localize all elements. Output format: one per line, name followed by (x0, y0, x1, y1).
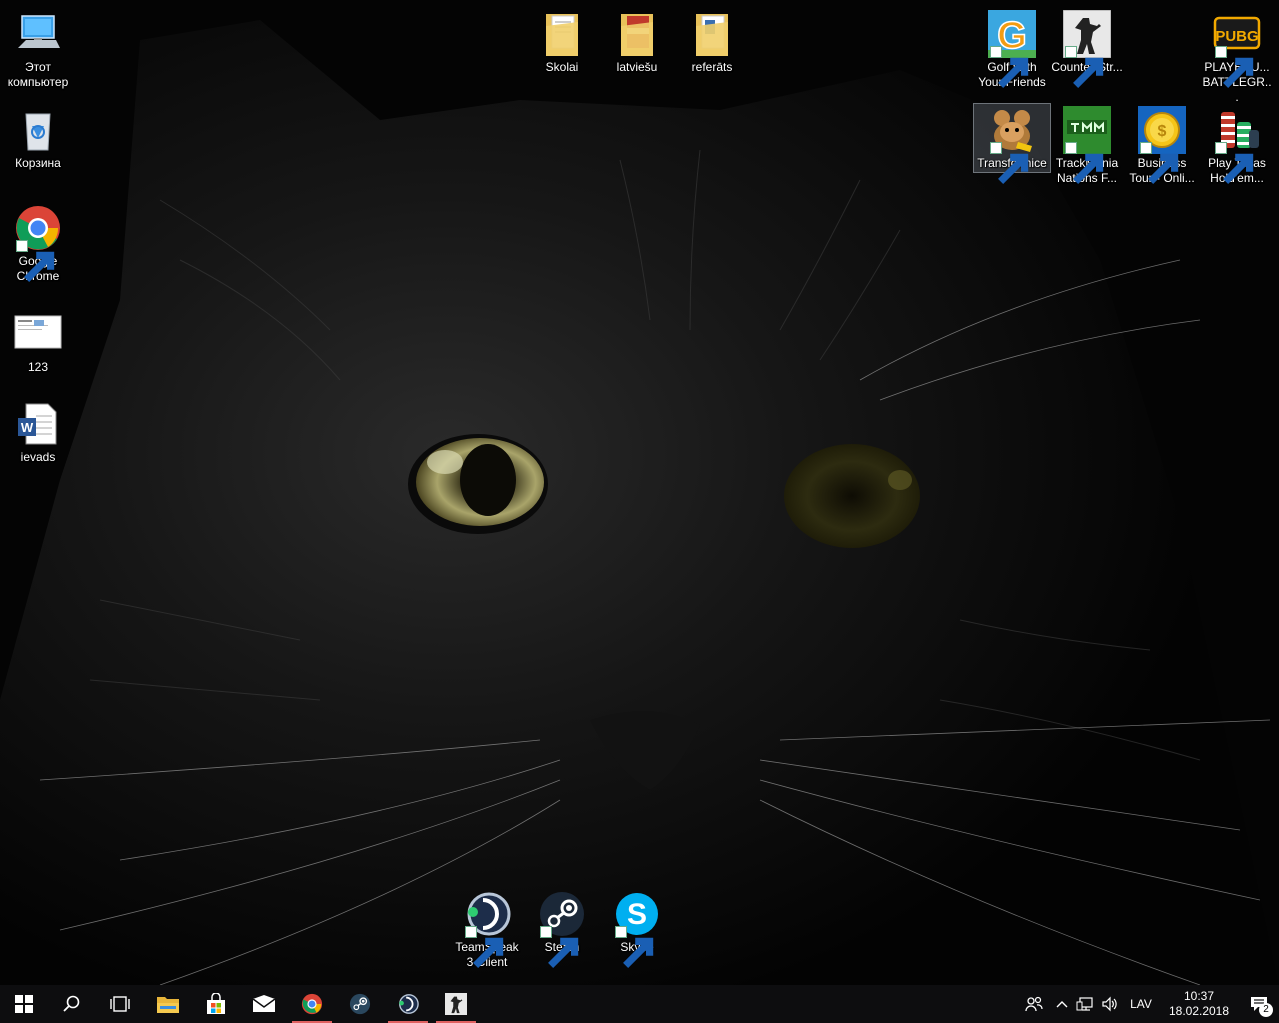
desktop-icon-steam[interactable]: Steam (524, 888, 600, 968)
shortcut-arrow-icon (1065, 46, 1104, 88)
counter-strike-icon (445, 993, 467, 1015)
image-file-icon (14, 310, 62, 358)
skype-icon: S (613, 890, 661, 968)
action-center-button[interactable]: 2 (1239, 985, 1279, 1023)
shortcut-arrow-icon (615, 926, 654, 968)
speaker-icon (1102, 996, 1117, 1012)
search-button[interactable] (48, 985, 96, 1023)
mail-envelope-icon (252, 995, 276, 1012)
desktop-icon-trackmania[interactable]: TrackMania Nations F... (1049, 104, 1125, 186)
desktop-icon-play-texas-holdem[interactable]: Play Texas Hold'em... (1199, 104, 1275, 186)
shortcut-arrow-icon (990, 46, 1029, 88)
shortcut-arrow-icon (1215, 46, 1254, 88)
taskbar-file-explorer[interactable] (144, 985, 192, 1023)
svg-text:PUBG: PUBG (1215, 28, 1258, 45)
windows-logo-icon (15, 995, 33, 1013)
input-language[interactable]: LAV (1123, 985, 1159, 1023)
desktop-icon-this-pc[interactable]: Этот компьютер (0, 8, 76, 90)
golf-with-your-friends-icon: G (988, 10, 1036, 88)
shortcut-arrow-icon (1065, 142, 1104, 184)
desktop-icon-123[interactable]: 123 (0, 308, 76, 375)
desktop-icon-folder-latviesu[interactable]: latviešu (599, 8, 675, 75)
shortcut-arrow-icon (16, 240, 55, 282)
steam-icon (538, 890, 586, 968)
chrome-icon (301, 993, 323, 1015)
desktop-icon-teamspeak[interactable]: TeamSpeak 3 Client (449, 888, 525, 970)
desktop-icon-skype[interactable]: S Skype (599, 888, 675, 968)
taskbar-steam[interactable] (336, 985, 384, 1023)
shortcut-arrow-icon (990, 142, 1029, 184)
people-icon (1025, 996, 1043, 1012)
desktop-icon-folder-referats[interactable]: referāts (674, 8, 750, 75)
clock[interactable]: 10:37 18.02.2018 (1159, 985, 1239, 1023)
desktop-icon-pubg[interactable]: PUBG PLAYERU... BATTLEGR... (1199, 8, 1275, 105)
folder-icon (613, 10, 661, 58)
clock-date: 18.02.2018 (1168, 1004, 1230, 1018)
svg-text:$: $ (1158, 123, 1167, 140)
task-view-button[interactable] (96, 985, 144, 1023)
word-document-icon: W (14, 400, 62, 448)
desktop-icon-google-chrome[interactable]: Google Chrome (0, 202, 76, 284)
system-tray: LAV 10:37 18.02.2018 2 (1017, 985, 1279, 1023)
desktop-icon-label: latviešu (616, 60, 658, 74)
desktop-icon-business-tour[interactable]: $ Business Tour - Onli... (1124, 104, 1200, 186)
desktop-icon-transformice[interactable]: Transformice (973, 103, 1051, 184)
taskbar-mail[interactable] (240, 985, 288, 1023)
pubg-icon: PUBG (1213, 10, 1261, 88)
shortcut-arrow-icon (1215, 142, 1254, 184)
business-tour-icon: $ (1138, 106, 1186, 184)
chrome-icon (14, 204, 62, 282)
trackmania-icon (1063, 106, 1111, 184)
taskbar-microsoft-store[interactable] (192, 985, 240, 1023)
steam-icon (349, 993, 371, 1015)
this-pc-icon (14, 10, 62, 58)
desktop-icon-folder-skolai[interactable]: Skolai (524, 8, 600, 75)
folder-icon (688, 10, 736, 58)
folder-icon (538, 10, 586, 58)
chevron-up-icon (1056, 1001, 1068, 1008)
svg-text:W: W (21, 420, 34, 435)
desktop-icon-label: Skolai (545, 60, 579, 74)
shortcut-arrow-icon (540, 926, 579, 968)
shortcut-arrow-icon (1140, 142, 1179, 184)
recycle-bin-icon (14, 106, 62, 154)
desktop-icon-label: Этот компьютер (7, 60, 69, 89)
network-icon (1076, 997, 1093, 1011)
desktop-icon-ievads[interactable]: W ievads (0, 398, 76, 465)
taskbar-counter-strike[interactable] (432, 985, 480, 1023)
desktop-icon-label: 123 (27, 360, 49, 374)
show-hidden-icons-button[interactable] (1051, 985, 1073, 1023)
desktop-icon-label: ievads (20, 450, 56, 464)
counter-strike-icon (1063, 10, 1111, 88)
clock-time: 10:37 (1183, 989, 1215, 1003)
teamspeak-icon (463, 890, 511, 968)
network-button[interactable] (1073, 985, 1097, 1023)
start-button[interactable] (0, 985, 48, 1023)
desktop-icon-recycle-bin[interactable]: Корзина (0, 104, 76, 171)
notification-count-badge: 2 (1259, 1003, 1273, 1017)
teamspeak-icon (399, 994, 419, 1014)
taskbar-teamspeak[interactable] (384, 985, 432, 1023)
poker-chips-icon (1213, 106, 1261, 184)
volume-button[interactable] (1097, 985, 1123, 1023)
desktop-icon-label: Корзина (15, 156, 61, 170)
store-bag-icon (207, 993, 225, 1014)
file-explorer-icon (157, 997, 179, 1013)
task-view-icon (110, 996, 130, 1012)
transformice-icon (988, 106, 1036, 184)
desktop-icon-golf-with-your-friends[interactable]: G Golf With Your Friends (974, 8, 1050, 90)
shortcut-arrow-icon (465, 926, 504, 968)
desktop-icon-label: referāts (691, 60, 733, 74)
taskbar-chrome[interactable] (288, 985, 336, 1023)
desktop-icon-counter-strike[interactable]: Counter-Str... (1049, 8, 1125, 88)
search-icon (63, 995, 80, 1012)
taskbar: LAV 10:37 18.02.2018 2 (0, 985, 1279, 1023)
people-button[interactable] (1017, 985, 1051, 1023)
